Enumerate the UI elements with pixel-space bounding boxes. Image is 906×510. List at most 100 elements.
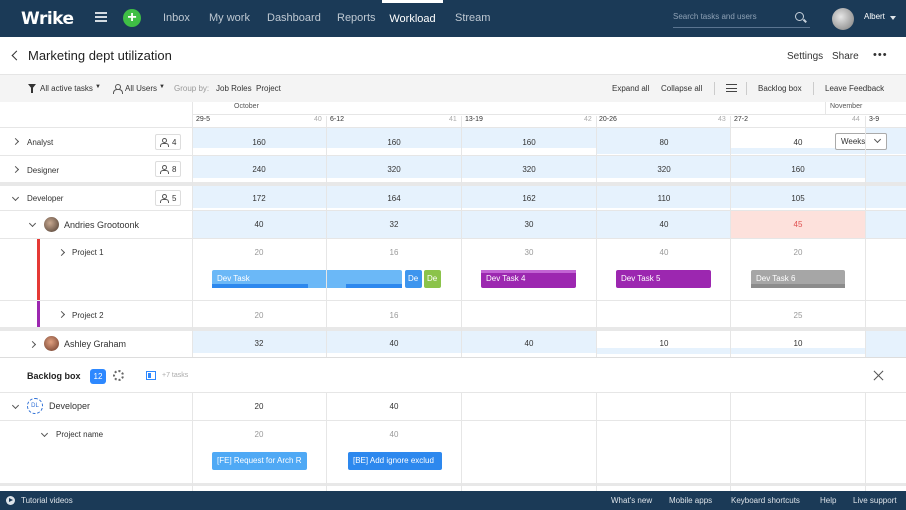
whats-new-link[interactable]: What's new bbox=[611, 496, 652, 505]
user-count-badge[interactable]: 5 bbox=[155, 190, 181, 206]
load-value[interactable]: 160 bbox=[192, 138, 326, 147]
more-options-icon[interactable]: ••• bbox=[873, 49, 888, 61]
load-value[interactable]: 320 bbox=[327, 165, 461, 174]
backlog-project-label[interactable]: Project name bbox=[56, 430, 103, 439]
load-value[interactable]: 25 bbox=[731, 311, 865, 320]
load-value[interactable]: 320 bbox=[597, 165, 731, 174]
gear-icon[interactable] bbox=[113, 370, 124, 381]
expand-chevron-icon[interactable] bbox=[57, 310, 66, 319]
wrike-logo[interactable]: Wrike bbox=[21, 9, 74, 29]
row-label-designer[interactable]: Designer bbox=[27, 166, 59, 175]
expand-chevron-icon[interactable] bbox=[57, 248, 66, 257]
collapse-chevron-icon[interactable] bbox=[11, 401, 20, 410]
backlog-group-label[interactable]: Developer bbox=[49, 401, 90, 411]
row-label-ashley[interactable]: Ashley Graham bbox=[64, 339, 126, 349]
panel-toggle-icon[interactable] bbox=[146, 371, 156, 380]
view-settings-sliders-icon[interactable] bbox=[726, 84, 737, 92]
load-value[interactable]: 160 bbox=[731, 165, 865, 174]
load-value[interactable]: 105 bbox=[731, 194, 865, 203]
nav-reports[interactable]: Reports bbox=[337, 0, 376, 37]
more-tasks-link[interactable]: +7 tasks bbox=[162, 372, 188, 379]
backlog-task-b[interactable]: [BE] Add ignore exclud bbox=[348, 452, 442, 470]
load-value[interactable]: 110 bbox=[597, 194, 731, 203]
load-value[interactable]: 32 bbox=[327, 220, 461, 229]
load-value[interactable]: 40 bbox=[462, 339, 596, 348]
back-arrow-icon[interactable] bbox=[11, 50, 22, 61]
load-value[interactable]: 40 bbox=[597, 248, 731, 257]
load-value[interactable]: 80 bbox=[597, 138, 731, 147]
close-icon[interactable] bbox=[874, 370, 884, 380]
collapse-chevron-icon[interactable] bbox=[11, 193, 20, 202]
load-value-overloaded[interactable]: 45 bbox=[731, 220, 865, 229]
expand-chevron-icon[interactable] bbox=[28, 340, 37, 349]
live-support-link[interactable]: Live support bbox=[853, 496, 897, 505]
load-value[interactable]: 164 bbox=[327, 194, 461, 203]
backlog-task-a[interactable]: [FE] Request for Arch R bbox=[212, 452, 307, 470]
load-value[interactable]: 40 bbox=[327, 402, 461, 411]
load-value[interactable]: 40 bbox=[192, 220, 326, 229]
user-avatar[interactable] bbox=[44, 336, 59, 351]
user-avatar[interactable] bbox=[44, 217, 59, 232]
hamburger-menu-icon[interactable] bbox=[95, 12, 107, 22]
nav-workload[interactable]: Workload bbox=[382, 0, 443, 37]
expand-chevron-icon[interactable] bbox=[11, 137, 20, 146]
play-icon[interactable] bbox=[6, 496, 15, 505]
nav-stream[interactable]: Stream bbox=[455, 0, 490, 37]
load-value[interactable]: 32 bbox=[192, 339, 326, 348]
load-value[interactable]: 40 bbox=[327, 339, 461, 348]
load-value[interactable]: 320 bbox=[462, 165, 596, 174]
nav-dashboard[interactable]: Dashboard bbox=[267, 0, 321, 37]
load-value[interactable]: 30 bbox=[462, 248, 596, 257]
row-label-developer[interactable]: Developer bbox=[27, 194, 63, 203]
task-bar-de-green[interactable]: De bbox=[424, 270, 441, 288]
load-value[interactable]: 162 bbox=[462, 194, 596, 203]
row-label-andries[interactable]: Andries Grootoonk bbox=[64, 220, 139, 230]
load-value[interactable]: 240 bbox=[192, 165, 326, 174]
tutorial-videos-link[interactable]: Tutorial videos bbox=[21, 496, 73, 505]
keyboard-shortcuts-link[interactable]: Keyboard shortcuts bbox=[731, 496, 800, 505]
search-box[interactable]: Search tasks and users bbox=[673, 10, 810, 28]
timescale-select[interactable]: Weeks bbox=[835, 133, 887, 150]
load-value[interactable]: 30 bbox=[462, 220, 596, 229]
load-value[interactable]: 172 bbox=[192, 194, 326, 203]
row-label-analyst[interactable]: Analyst bbox=[27, 138, 53, 147]
mobile-apps-link[interactable]: Mobile apps bbox=[669, 496, 712, 505]
user-menu-caret-icon[interactable] bbox=[890, 16, 896, 20]
filter-tasks-dropdown[interactable]: All active tasks bbox=[40, 84, 93, 93]
user-count-badge[interactable]: 4 bbox=[155, 134, 181, 150]
load-value[interactable]: 10 bbox=[597, 339, 731, 348]
filter-users-caret-icon[interactable]: ▼ bbox=[159, 84, 165, 90]
load-value[interactable]: 20 bbox=[731, 248, 865, 257]
share-button[interactable]: Share bbox=[832, 51, 859, 62]
load-value[interactable]: 16 bbox=[327, 311, 461, 320]
nav-inbox[interactable]: Inbox bbox=[163, 0, 190, 37]
collapse-all-button[interactable]: Collapse all bbox=[661, 84, 702, 93]
load-value[interactable]: 160 bbox=[462, 138, 596, 147]
load-value[interactable]: 20 bbox=[192, 430, 326, 439]
leave-feedback-button[interactable]: Leave Feedback bbox=[825, 84, 884, 93]
load-value[interactable]: 10 bbox=[731, 339, 865, 348]
task-bar-de[interactable]: De bbox=[405, 270, 422, 288]
load-value[interactable]: 16 bbox=[327, 248, 461, 257]
load-value[interactable]: 40 bbox=[597, 220, 731, 229]
load-value[interactable]: 20 bbox=[192, 311, 326, 320]
create-new-plus-icon[interactable]: + bbox=[123, 9, 141, 27]
backlog-box-button[interactable]: Backlog box bbox=[758, 84, 802, 93]
user-count-badge[interactable]: 8 bbox=[155, 161, 181, 177]
user-avatar[interactable] bbox=[832, 8, 854, 30]
load-value[interactable]: 160 bbox=[327, 138, 461, 147]
settings-button[interactable]: Settings bbox=[787, 51, 823, 62]
expand-chevron-icon[interactable] bbox=[11, 165, 20, 174]
load-value[interactable]: 40 bbox=[327, 430, 461, 439]
row-label-project-2[interactable]: Project 2 bbox=[72, 311, 104, 320]
group-by-job-roles[interactable]: Job Roles bbox=[216, 84, 252, 93]
nav-my-work[interactable]: My work bbox=[209, 0, 250, 37]
users-person-icon[interactable] bbox=[113, 84, 123, 94]
load-value[interactable]: 20 bbox=[192, 402, 326, 411]
expand-all-button[interactable]: Expand all bbox=[612, 84, 649, 93]
task-bar-dev-task-5[interactable]: Dev Task 5 bbox=[616, 270, 711, 288]
collapse-chevron-icon[interactable] bbox=[40, 429, 49, 438]
filter-users-dropdown[interactable]: All Users bbox=[125, 84, 157, 93]
search-icon[interactable] bbox=[795, 12, 804, 21]
filter-tasks-caret-icon[interactable]: ▼ bbox=[95, 84, 101, 90]
